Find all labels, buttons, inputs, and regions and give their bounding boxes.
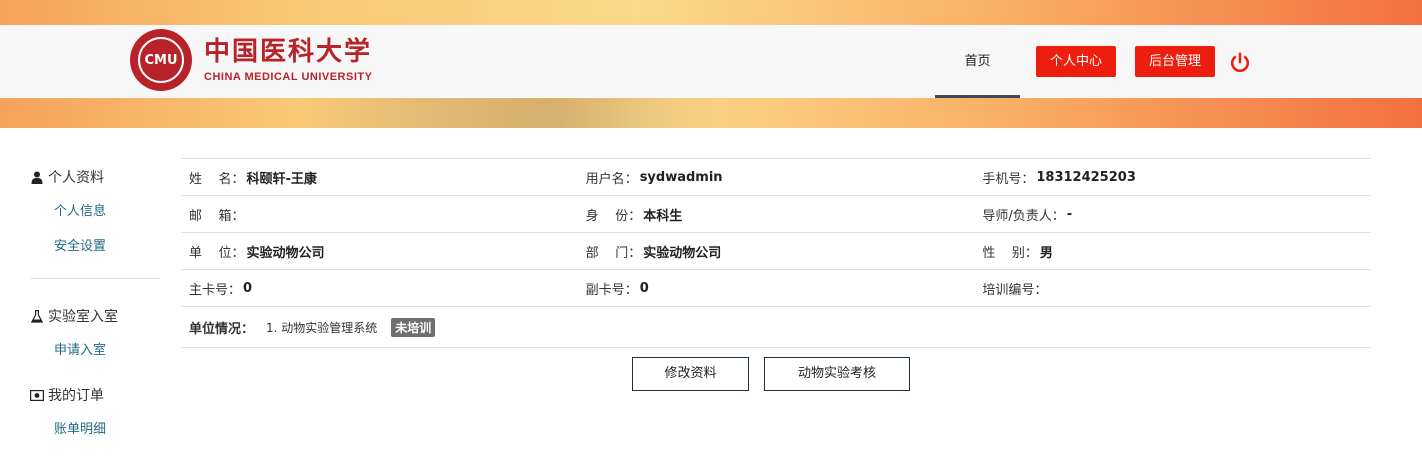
field-value: 实验动物公司	[246, 245, 325, 261]
sidebar-item-security-settings[interactable]: 安全设置	[30, 229, 160, 264]
profile-info-table: 姓 名： 科颐轩-王康 用户名： sydwadmin 手机号： 18312425203…	[181, 158, 1371, 348]
field-value: 本科生	[643, 208, 683, 224]
field-training-number: 培训编号：	[974, 279, 1371, 298]
field-label: 单 位：	[189, 245, 245, 261]
field-label: 部 门：	[585, 245, 642, 261]
table-row: 单 位： 实验动物公司 部 门： 实验动物公司 性 别：男	[181, 232, 1371, 269]
field-sub-card: 副卡号： 0	[578, 279, 975, 298]
table-row: 主卡号： 0 副卡号： 0 培训编号：	[181, 269, 1371, 306]
field-label: 副卡号：	[585, 282, 638, 298]
field-email: 邮 箱：	[181, 205, 578, 224]
sidebar-group-title: 个人资料	[48, 170, 104, 186]
field-label: 姓 名：	[189, 171, 245, 187]
logo-seal-text: CMU	[144, 52, 178, 68]
field-phone: 手机号： 18312425203	[974, 168, 1371, 187]
field-value: 实验动物公司	[643, 245, 722, 261]
field-username: 用户名： sydwadmin	[578, 168, 975, 187]
logo-seal-icon: CMU	[130, 29, 192, 91]
field-supervisor: 导师/负责人： -	[974, 205, 1371, 224]
table-row: 邮 箱： 身 份： 本科生 导师/负责人： -	[181, 195, 1371, 232]
banner-photo	[300, 98, 720, 128]
personal-center-button[interactable]: 个人中心	[1036, 46, 1116, 77]
field-value: sydwadmin	[639, 169, 723, 185]
user-icon	[30, 170, 44, 184]
sidebar-item-bill-details[interactable]: 账单明细	[30, 412, 160, 447]
field-value: 0	[243, 280, 253, 296]
header-banner: CMU 中国医科大学 CHINA MEDICAL UNIVERSITY 首页 个…	[0, 0, 1422, 128]
unit-status-item: 1. 动物实验管理系统	[266, 320, 378, 335]
field-label: 主卡号：	[189, 282, 242, 298]
field-gender: 性 别：男	[974, 242, 1371, 261]
logo-chinese-name: 中国医科大学	[204, 37, 373, 67]
unit-status-label: 单位情况：	[189, 321, 255, 337]
field-label: 导师/负责人：	[982, 208, 1065, 224]
field-label: 邮 箱：	[189, 208, 245, 224]
nav-home-link[interactable]: 首页	[935, 25, 1020, 98]
field-main-card: 主卡号： 0	[181, 279, 578, 298]
flask-icon	[30, 309, 44, 323]
field-department: 部 门： 实验动物公司	[578, 242, 975, 261]
power-icon[interactable]	[1229, 52, 1251, 74]
admin-button[interactable]: 后台管理	[1135, 46, 1215, 77]
sidebar-item-personal-info[interactable]: 个人信息	[30, 194, 160, 229]
field-label: 身 份：	[585, 208, 642, 224]
field-label: 性 别：	[982, 245, 1038, 261]
sidebar-group-title: 我的订单	[48, 388, 104, 404]
university-logo[interactable]: CMU 中国医科大学 CHINA MEDICAL UNIVERSITY	[130, 29, 372, 91]
money-icon	[30, 388, 44, 402]
sidebar-item-apply-entry[interactable]: 申请入室	[30, 333, 160, 368]
animal-exam-button[interactable]: 动物实验考核	[764, 357, 910, 391]
sidebar-group-title: 实验室入室	[48, 309, 118, 325]
field-value: 科颐轩-王康	[246, 171, 317, 187]
field-label: 手机号：	[982, 171, 1035, 187]
sidebar-divider	[30, 278, 160, 279]
field-name: 姓 名： 科颐轩-王康	[181, 168, 578, 187]
untrained-badge: 未培训	[391, 317, 436, 337]
field-label: 培训编号：	[982, 282, 1048, 298]
sidebar: 个人资料 个人信息 安全设置 实验室入室 申请入室 我的订单 账单明细	[30, 160, 160, 447]
logo-english-name: CHINA MEDICAL UNIVERSITY	[204, 71, 373, 83]
sidebar-group-profile: 个人资料	[30, 160, 160, 194]
field-value: -	[1066, 206, 1073, 222]
edit-profile-button[interactable]: 修改资料	[632, 357, 749, 391]
field-value: 男	[1039, 245, 1053, 261]
table-row: 姓 名： 科颐轩-王康 用户名： sydwadmin 手机号： 18312425203	[181, 158, 1371, 195]
sidebar-group-orders: 我的订单	[30, 378, 160, 412]
field-value: 18312425203	[1036, 169, 1136, 185]
unit-status-row: 单位情况： 1. 动物实验管理系统 未培训	[181, 306, 1371, 348]
sidebar-group-lab: 实验室入室	[30, 299, 160, 333]
field-identity: 身 份： 本科生	[578, 205, 975, 224]
field-unit: 单 位： 实验动物公司	[181, 242, 578, 261]
field-label: 用户名：	[585, 171, 638, 187]
field-value: 0	[639, 280, 649, 296]
navbar: CMU 中国医科大学 CHINA MEDICAL UNIVERSITY 首页 个…	[0, 25, 1422, 98]
